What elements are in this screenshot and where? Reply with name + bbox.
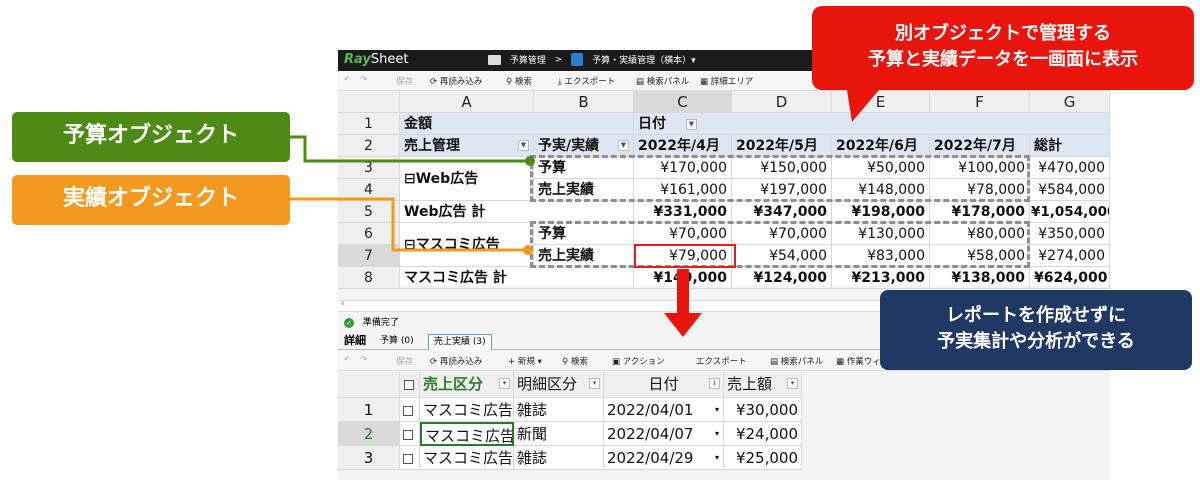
actual-connector-dot <box>523 245 533 255</box>
red-callout-line1: 別オブジェクトで管理する <box>895 23 1111 44</box>
budget-connector-dot <box>525 156 535 166</box>
navy-callout-line2: 予実集計や分析ができる <box>937 331 1135 352</box>
budget-connector-line <box>290 135 530 163</box>
red-arrow-head <box>664 313 702 337</box>
budget-object-tag: 予算オブジェクト <box>12 112 290 162</box>
actual-object-tag: 実績オブジェクト <box>12 175 290 225</box>
navy-callout: レポートを作成せずに 予実集計や分析ができる <box>880 290 1192 370</box>
actual-connector-line <box>290 197 528 252</box>
red-callout-line2: 予算と実績データを一画面に表示 <box>868 49 1138 70</box>
red-arrow-shaft <box>677 269 689 313</box>
stage: RaySheet 予算管理 > 予算・実績管理（横本）▾ ↶ ↷ 保存 ⟳ 再読… <box>0 0 1200 495</box>
navy-callout-line1: レポートを作成せずに <box>946 305 1126 326</box>
red-callout: 別オブジェクトで管理する 予算と実績データを一画面に表示 <box>812 6 1194 90</box>
